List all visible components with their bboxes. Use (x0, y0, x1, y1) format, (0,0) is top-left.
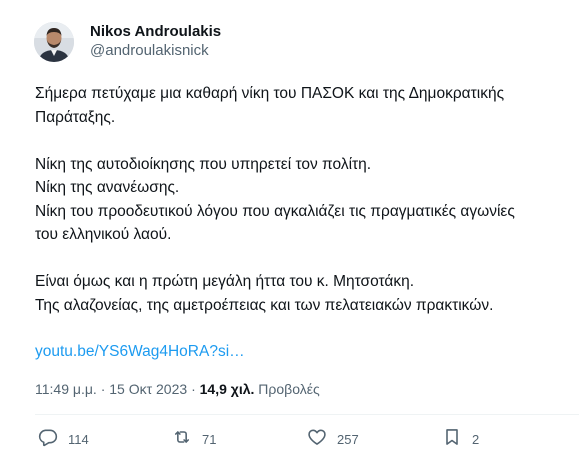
reply-count: 114 (68, 431, 89, 447)
tweet-line: Της αλαζονείας, της αμετροέπειας και των… (35, 296, 494, 314)
avatar-photo (34, 22, 74, 62)
tweet-line: Νίκη της ανανέωσης. (35, 179, 180, 196)
tweet-paragraph: Νίκη της αυτοδιοίκησης που υπηρετεί τον … (35, 153, 575, 247)
author-name[interactable]: Nikos Androulakis (90, 23, 221, 40)
tweet-line: Νίκη του προοδευτικού λόγου που αγκαλιάζ… (35, 202, 515, 220)
tweet-meta: 11:49 μ.μ. · 15 Οκτ 2023 · 14,9 χιλ. Προ… (35, 381, 320, 397)
meta-separator: · (191, 381, 196, 397)
tweet-paragraph: Σήμερα πετύχαμε μια καθαρή νίκη του ΠΑΣΟ… (35, 82, 575, 129)
bookmark-icon (442, 427, 462, 452)
tweet-link[interactable]: youtu.be/YS6Wag4HoRA?si… (35, 343, 245, 361)
retweet-count: 71 (202, 431, 217, 447)
avatar[interactable] (34, 22, 74, 62)
tweet-paragraph: Είναι όμως και η πρώτη μεγάλη ήττα του κ… (35, 270, 575, 317)
author-handle[interactable]: @androulakisnick (90, 42, 209, 59)
tweet-line: Είναι όμως και η πρώτη μεγάλη ήττα του κ… (35, 273, 415, 290)
tweet-line: Σήμερα πετύχαμε μια καθαρή νίκη του ΠΑΣΟ… (35, 85, 505, 102)
tweet-line: του ελληνικού λαού. (35, 226, 172, 243)
views-label: Προβολές (258, 381, 320, 397)
retweet-button[interactable]: 71 (172, 426, 216, 452)
like-icon (307, 427, 327, 452)
tweet-line: Παράταξης. (35, 108, 116, 126)
reply-icon (38, 427, 58, 452)
bookmark-button[interactable]: 2 (442, 426, 479, 452)
tweet-date[interactable]: 15 Οκτ 2023 (109, 381, 187, 397)
meta-separator: · (100, 381, 106, 397)
retweet-icon (172, 427, 192, 452)
tweet-card: Nikos Androulakis @androulakisnick Σήμερ… (0, 0, 579, 459)
action-bar: 114 71 257 2 (0, 426, 579, 452)
tweet-line: Νίκη της αυτοδιοίκησης που υπηρετεί τον … (35, 155, 372, 173)
divider (35, 414, 579, 415)
like-count: 257 (337, 431, 359, 447)
views-count: 14,9 χιλ. (199, 381, 255, 397)
tweet-text: Σήμερα πετύχαμε μια καθαρή νίκη του ΠΑΣΟ… (35, 82, 575, 317)
like-button[interactable]: 257 (307, 426, 359, 452)
tweet-time[interactable]: 11:49 μ.μ. (35, 381, 97, 397)
reply-button[interactable]: 114 (38, 426, 89, 452)
bookmark-count: 2 (472, 431, 480, 447)
